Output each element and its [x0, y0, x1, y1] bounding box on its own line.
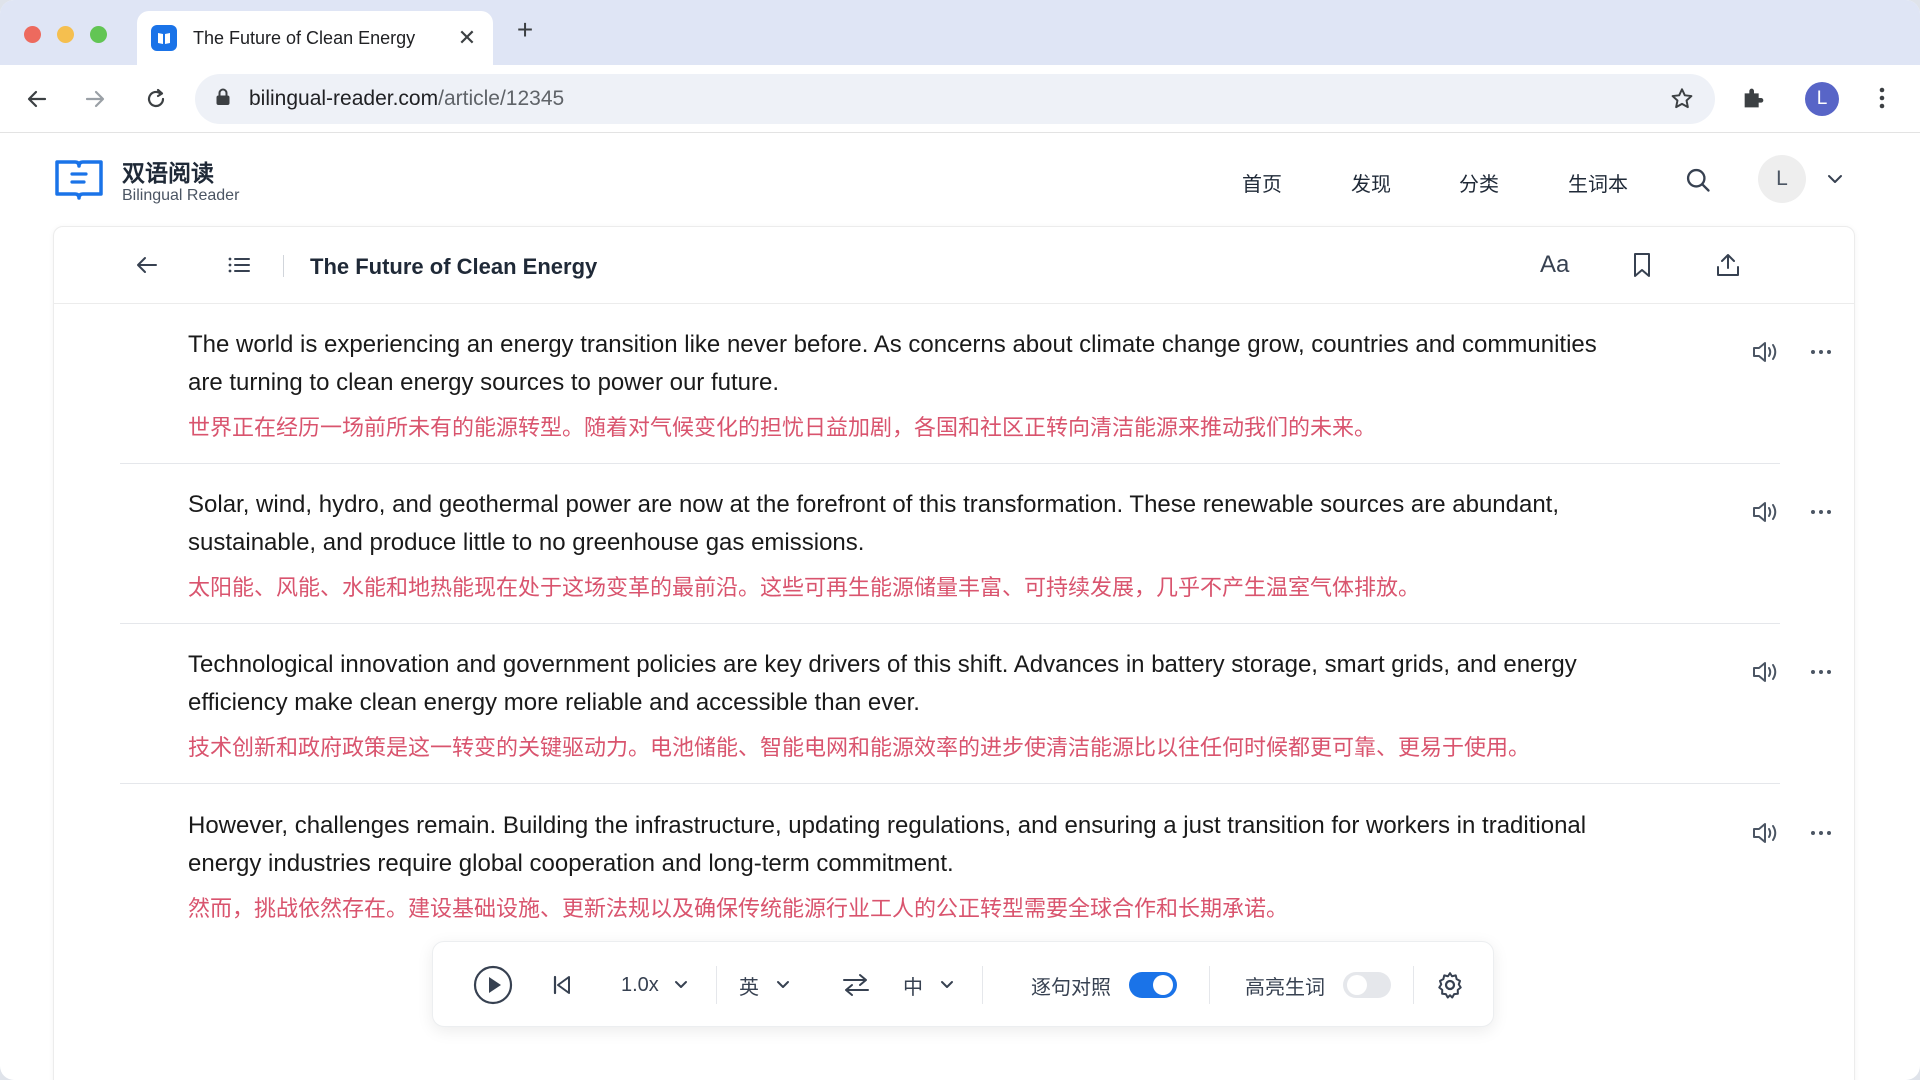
play-button[interactable]	[473, 942, 513, 1028]
skip-previous-icon[interactable]	[551, 942, 573, 1028]
brand-title: 双语阅读	[122, 160, 214, 186]
font-size-button[interactable]: Aa	[1540, 251, 1569, 279]
more-options-icon[interactable]	[1810, 502, 1832, 527]
toggle-knob	[1347, 975, 1367, 995]
sentence-chinese[interactable]: 技术创新和政府政策是这一转变的关键驱动力。电池储能、智能电网和能源效率的进步使清…	[188, 732, 1530, 764]
url-text: bilingual-reader.com/article/12345	[249, 87, 564, 111]
minimize-window-button[interactable]	[57, 26, 74, 43]
bookmark-icon[interactable]	[1630, 251, 1654, 284]
sentence-english[interactable]: However, challenges remain. Building the…	[188, 807, 1598, 883]
back-arrow-icon[interactable]	[134, 253, 160, 282]
sentence-english[interactable]: Technological innovation and government …	[188, 646, 1598, 722]
sentence-pair: However, challenges remain. Building the…	[120, 807, 1831, 945]
playback-speed-dropdown[interactable]: 1.0x	[621, 942, 689, 1028]
lock-icon	[215, 88, 231, 111]
article-title: The Future of Clean Energy	[310, 254, 598, 279]
divider	[1413, 966, 1414, 1004]
speaker-icon[interactable]	[1750, 338, 1780, 371]
maximize-window-button[interactable]	[90, 26, 107, 43]
more-options-icon[interactable]	[1810, 823, 1832, 848]
open-book-logo-icon[interactable]	[53, 156, 105, 209]
close-window-button[interactable]	[24, 26, 41, 43]
more-options-icon[interactable]	[1810, 342, 1832, 367]
brand-subtitle: Bilingual Reader	[122, 187, 240, 204]
sentence-chinese[interactable]: 世界正在经历一场前所未有的能源转型。随着对气候变化的担忧日益加剧，各国和社区正转…	[188, 412, 1376, 444]
sentence-chinese[interactable]: 太阳能、风能、水能和地热能现在处于这场变革的最前沿。这些可再生能源储量丰富、可持…	[188, 572, 1420, 604]
speaker-icon[interactable]	[1750, 819, 1780, 852]
nav-vocabulary[interactable]: 生词本	[1568, 168, 1628, 197]
browser-tab-active[interactable]: The Future of Clean Energy ✕	[137, 11, 493, 65]
source-language-dropdown[interactable]: 英	[739, 942, 791, 1028]
sentence-align-toggle[interactable]	[1129, 972, 1177, 998]
nav-categories[interactable]: 分类	[1459, 168, 1499, 197]
highlight-words-label: 高亮生词	[1245, 976, 1325, 999]
sentence-chinese[interactable]: 然而，挑战依然存在。建设基础设施、更新法规以及确保传统能源行业工人的公正转型需要…	[188, 893, 1288, 925]
search-icon[interactable]	[1684, 166, 1712, 199]
divider	[716, 966, 717, 1004]
browser-toolbar: bilingual-reader.com/article/12345 L	[0, 65, 1920, 133]
sentence-align-label: 逐句对照	[1031, 976, 1111, 999]
browser-menu-icon[interactable]	[1870, 84, 1894, 117]
divider	[982, 966, 983, 1004]
book-favicon-icon	[151, 25, 177, 51]
tab-strip: The Future of Clean Energy ✕ +	[0, 0, 1920, 65]
chevron-down-icon[interactable]	[1826, 172, 1844, 190]
sentence-pair: The world is experiencing an energy tran…	[120, 326, 1831, 464]
extensions-puzzle-icon[interactable]	[1740, 84, 1768, 117]
forward-arrow-icon[interactable]	[80, 84, 110, 114]
reader-toolbar: The Future of Clean Energy Aa	[54, 227, 1854, 304]
sentence-align-control: 逐句对照	[1031, 942, 1177, 1028]
reload-icon[interactable]	[141, 84, 171, 114]
address-bar[interactable]: bilingual-reader.com/article/12345	[195, 74, 1715, 124]
bookmark-star-icon[interactable]	[1669, 86, 1695, 117]
profile-avatar-button[interactable]: L	[1805, 82, 1839, 116]
url-path: /article/12345	[438, 87, 565, 110]
toggle-knob	[1153, 975, 1173, 995]
browser-window: The Future of Clean Energy ✕ + bilingual…	[0, 0, 1920, 1080]
swap-languages-icon[interactable]	[841, 942, 871, 1028]
url-domain: bilingual-reader.com	[249, 87, 439, 110]
highlight-words-toggle[interactable]	[1343, 972, 1391, 998]
sentence-english[interactable]: Solar, wind, hydro, and geothermal power…	[188, 486, 1598, 562]
playback-bar: 1.0x 英 中 逐句对照 高亮生词	[432, 941, 1494, 1027]
settings-gear-icon[interactable]	[1435, 942, 1465, 1028]
tab-close-icon[interactable]: ✕	[455, 25, 479, 51]
nav-discover[interactable]: 发现	[1351, 168, 1391, 197]
sentence-pair: Solar, wind, hydro, and geothermal power…	[120, 486, 1831, 624]
nav-home[interactable]: 首页	[1242, 168, 1282, 197]
more-options-icon[interactable]	[1810, 662, 1832, 687]
highlight-words-control: 高亮生词	[1245, 942, 1391, 1028]
table-of-contents-icon[interactable]	[226, 253, 252, 282]
new-tab-button[interactable]: +	[512, 16, 538, 44]
divider	[283, 255, 284, 277]
tab-title: The Future of Clean Energy	[193, 27, 416, 48]
target-language-value: 中	[903, 976, 923, 999]
share-upload-icon[interactable]	[1714, 251, 1742, 284]
speaker-icon[interactable]	[1750, 498, 1780, 531]
speaker-icon[interactable]	[1750, 658, 1780, 691]
app-header: 双语阅读 Bilingual Reader 首页 发现 分类 生词本 L	[0, 134, 1920, 226]
sentence-pair: Technological innovation and government …	[120, 646, 1831, 784]
target-language-dropdown[interactable]: 中	[903, 942, 955, 1028]
playback-speed-value: 1.0x	[621, 973, 659, 996]
divider	[1209, 966, 1210, 1004]
user-avatar[interactable]: L	[1758, 155, 1806, 203]
sentence-english[interactable]: The world is experiencing an energy tran…	[188, 326, 1598, 402]
back-arrow-icon[interactable]	[22, 84, 52, 114]
source-language-value: 英	[739, 976, 759, 999]
